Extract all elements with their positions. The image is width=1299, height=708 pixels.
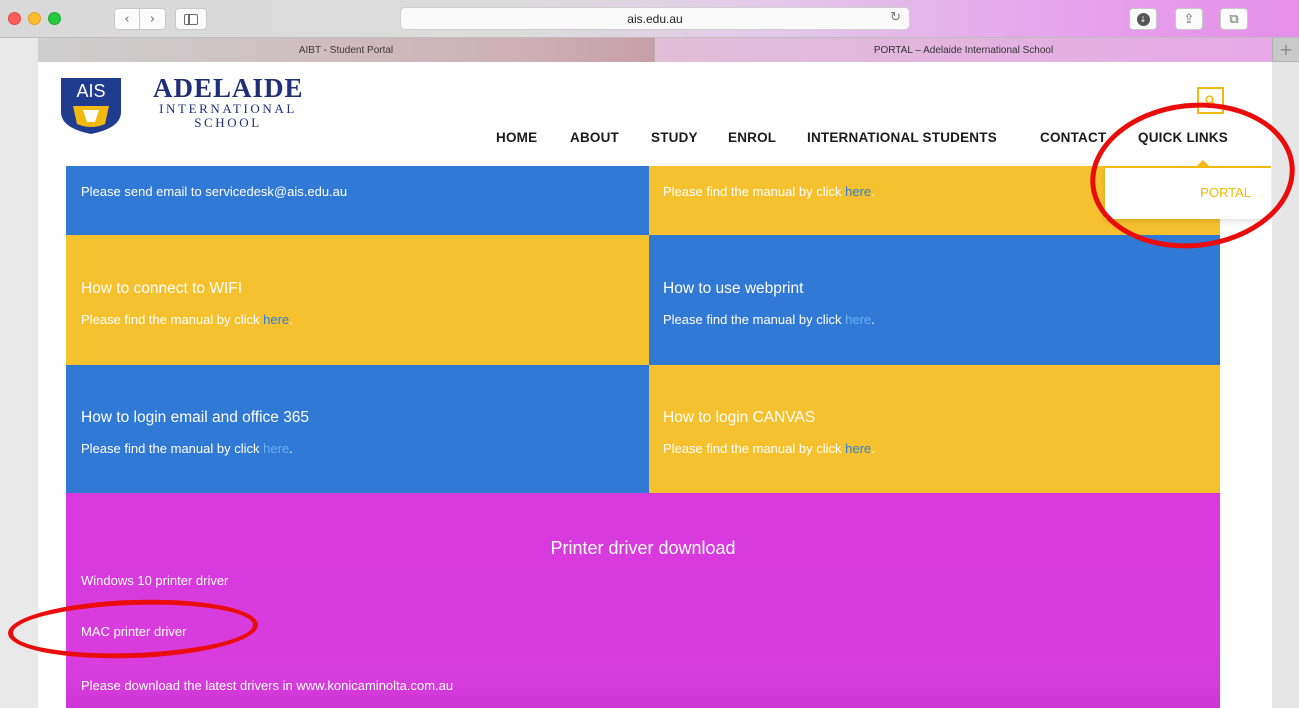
forward-button[interactable]: › (140, 8, 166, 30)
tabs-icon: ⧉ (1229, 11, 1239, 27)
tile-wifi: How to connect to WIFI Please find the m… (66, 235, 649, 365)
tab-label: PORTAL – Adelaide International School (873, 44, 1054, 56)
downloads-button[interactable]: ↓ (1129, 8, 1157, 30)
tile-email-office365: How to login email and office 365 Please… (66, 365, 649, 493)
maximize-window-button[interactable] (48, 12, 61, 25)
nav-enrol[interactable]: ENROL (728, 130, 776, 145)
wordmark-line2: INTERNATIONAL (159, 101, 297, 116)
nav-study[interactable]: STUDY (651, 130, 698, 145)
wifi-here-link[interactable]: here (263, 312, 289, 327)
nav-contact[interactable]: CONTACT (1040, 130, 1106, 145)
plus-icon: + (1279, 40, 1293, 59)
webprint-desc: Please find the manual by click here. (663, 312, 875, 327)
scroll-track (1272, 62, 1299, 708)
dropdown-portal-link[interactable]: PORTAL (1200, 185, 1251, 200)
canvas-title: How to login CANVAS (663, 409, 816, 426)
tab-label: AIBT - Student Portal (298, 44, 394, 56)
email-here-link[interactable]: here (263, 441, 289, 456)
tab-portal-adelaide[interactable]: PORTAL – Adelaide International School (655, 38, 1273, 62)
wordmark-line3: SCHOOL (194, 115, 262, 130)
top-right-desc: Please find the manual by click here. (663, 184, 875, 199)
share-button[interactable]: ⇪ (1175, 8, 1203, 30)
top-right-here-link[interactable]: here (845, 184, 871, 199)
reload-icon[interactable]: ↻ (890, 10, 901, 25)
tile-canvas: How to login CANVAS Please find the manu… (649, 365, 1220, 493)
school-crest-logo[interactable]: AIS (59, 76, 123, 136)
quick-links-dropdown: PORTAL (1105, 160, 1271, 219)
chevron-left-icon: ‹ (124, 11, 130, 27)
search-button[interactable] (1197, 87, 1224, 114)
printer-driver-section: Printer driver download Windows 10 print… (66, 493, 1220, 708)
tab-aibt-student-portal[interactable]: AIBT - Student Portal (38, 38, 655, 62)
browser-toolbar: ‹ › ais.edu.au ↻ ↓ ⇪ ⧉ (0, 0, 1299, 38)
new-tab-button[interactable]: + (1273, 38, 1299, 61)
nav-international-students[interactable]: INTERNATIONAL STUDENTS (807, 130, 997, 145)
nav-home[interactable]: HOME (496, 130, 537, 145)
nav-quick-links[interactable]: QUICK LINKS (1138, 130, 1228, 145)
canvas-here-link[interactable]: here (845, 441, 871, 456)
show-tabs-button[interactable]: ⧉ (1220, 8, 1248, 30)
close-window-button[interactable] (8, 12, 21, 25)
share-icon: ⇪ (1183, 11, 1195, 27)
crest-text: AIS (76, 81, 105, 101)
school-wordmark[interactable]: ADELAIDE INTERNATIONAL SCHOOL (153, 74, 303, 130)
wordmark-line1: ADELAIDE (153, 73, 304, 103)
wifi-title: How to connect to WIFI (81, 280, 243, 297)
webprint-here-link[interactable]: here (845, 312, 871, 327)
nav-about[interactable]: ABOUT (570, 130, 619, 145)
web-content: Please send email to servicedesk@ais.edu… (38, 62, 1272, 708)
address-text: ais.edu.au (627, 11, 683, 26)
browser-window: ‹ › ais.edu.au ↻ ↓ ⇪ ⧉ AIBT - Student Po… (0, 0, 1299, 708)
printer-section-title: Printer driver download (550, 538, 736, 558)
mac-driver-link[interactable]: MAC printer driver (81, 624, 186, 639)
windows10-driver-link[interactable]: Windows 10 printer driver (81, 573, 228, 588)
search-icon (1205, 95, 1216, 106)
download-icon: ↓ (1136, 12, 1150, 26)
tile-webprint: How to use webprint Please find the manu… (649, 235, 1220, 365)
support-desc: Please send email to servicedesk@ais.edu… (81, 184, 348, 199)
site-header: AIS ADELAIDE INTERNATIONAL SCHOOL HOME A… (38, 62, 1272, 166)
chevron-right-icon: › (149, 11, 156, 27)
email-title: How to login email and office 365 (81, 409, 310, 426)
webprint-title: How to use webprint (663, 280, 804, 297)
sidebar-toggle-button[interactable] (175, 8, 207, 30)
dropdown-accent-line (1105, 166, 1271, 168)
canvas-desc: Please find the manual by click here. (663, 441, 875, 456)
wifi-desc: Please find the manual by click here. (81, 312, 293, 327)
tab-bar: AIBT - Student Portal PORTAL – Adelaide … (38, 38, 1299, 62)
back-button[interactable]: ‹ (114, 8, 140, 30)
sidebar-icon (184, 13, 198, 25)
address-bar[interactable]: ais.edu.au ↻ (400, 7, 910, 30)
minimize-window-button[interactable] (28, 12, 41, 25)
latest-drivers-note: Please download the latest drivers in ww… (81, 678, 454, 693)
dropdown-caret-icon (1197, 160, 1209, 166)
email-desc: Please find the manual by click here. (81, 441, 293, 456)
